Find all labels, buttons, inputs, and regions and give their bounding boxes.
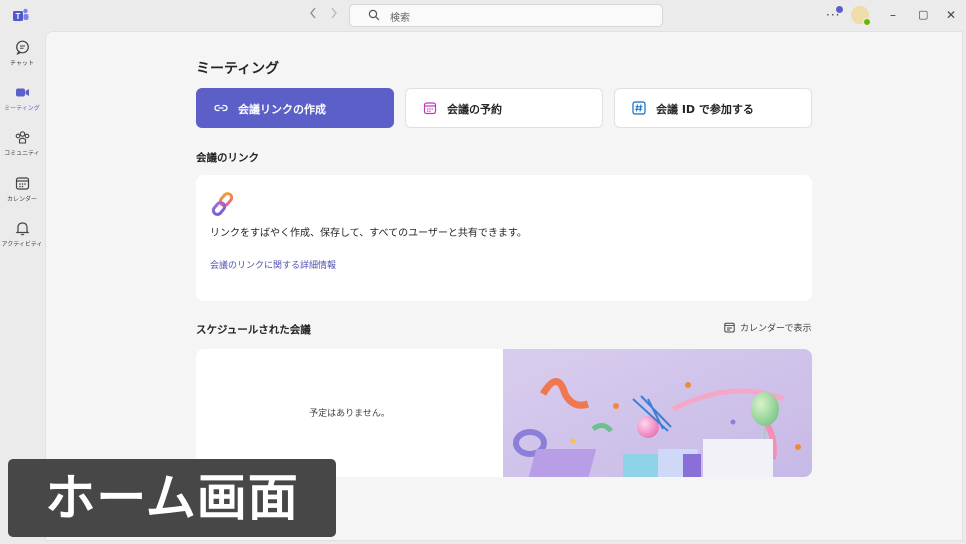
bell-icon [15, 222, 29, 236]
teams-logo-icon[interactable]: T [13, 8, 29, 23]
rail-item-label: コミュニティ [4, 150, 40, 157]
search-icon [368, 9, 380, 21]
meeting-links-description: リンクをすばやく作成、保存して、すべてのユーザーと共有できます。 [210, 228, 527, 239]
minimize-button[interactable]: – [890, 5, 896, 25]
rail-item-label: チャット [10, 60, 34, 67]
maximize-button[interactable]: ▢ [918, 5, 928, 25]
search-placeholder: 検索 [390, 13, 410, 24]
rail-item-calendar[interactable]: カレンダー [0, 176, 44, 216]
rail-item-chat[interactable]: チャット [0, 40, 44, 80]
rail-item-label: カレンダー [6, 196, 37, 203]
meeting-links-info-link[interactable]: 会議のリンクに関する詳細情報 [210, 258, 336, 271]
page-title: ミーティング [196, 61, 280, 77]
no-meetings-text: 予定はありません。 [309, 409, 390, 419]
presence-status-icon [863, 18, 871, 26]
title-bar: T 検索 ··· – ▢ ✕ [0, 0, 966, 31]
chevron-right-icon [331, 7, 337, 19]
button-label: 会議の予約 [447, 103, 502, 116]
calendar-icon [724, 322, 735, 333]
view-in-calendar-label: カレンダーで表示 [740, 324, 812, 334]
rail-item-label: ミーティング [4, 105, 40, 112]
back-button[interactable] [309, 7, 317, 24]
schedule-meeting-button[interactable]: 会議の予約 [405, 88, 603, 128]
hash-icon [632, 101, 646, 115]
celebration-illustration [503, 349, 812, 477]
search-input[interactable]: 検索 [349, 4, 663, 27]
create-meeting-link-button[interactable]: 会議リンクの作成 [196, 88, 394, 128]
rail-item-community[interactable]: コミュニティ [0, 130, 44, 170]
caption-overlay: ホーム画面 [8, 459, 336, 537]
meeting-links-heading: 会議のリンク [196, 152, 259, 164]
view-in-calendar-button[interactable]: カレンダーで表示 [724, 321, 811, 334]
calendar-icon [423, 102, 437, 115]
notification-badge [836, 6, 843, 13]
link-chain-icon [211, 192, 234, 216]
meeting-links-card: リンクをすばやく作成、保存して、すべてのユーザーと共有できます。 会議のリンクに… [196, 175, 812, 301]
video-icon [15, 88, 29, 97]
rail-item-meetings[interactable]: ミーティング [0, 85, 44, 125]
calendar-icon [15, 177, 29, 190]
rail-item-label: アクティビティ [1, 241, 43, 248]
chat-icon [15, 40, 29, 55]
link-icon [214, 104, 228, 112]
people-icon [15, 131, 29, 144]
button-label: 会議 ID で参加する [656, 103, 754, 116]
button-label: 会議リンクの作成 [238, 103, 326, 116]
forward-button[interactable] [330, 7, 338, 24]
join-with-meeting-id-button[interactable]: 会議 ID で参加する [614, 88, 812, 128]
rail-item-activity[interactable]: アクティビティ [0, 221, 44, 261]
scheduled-meetings-card: 予定はありません。 [196, 349, 812, 477]
scheduled-meetings-heading: スケジュールされた会議 [196, 324, 311, 336]
chevron-left-icon [310, 7, 316, 19]
close-button[interactable]: ✕ [946, 5, 956, 25]
svg-text:T: T [16, 12, 21, 21]
